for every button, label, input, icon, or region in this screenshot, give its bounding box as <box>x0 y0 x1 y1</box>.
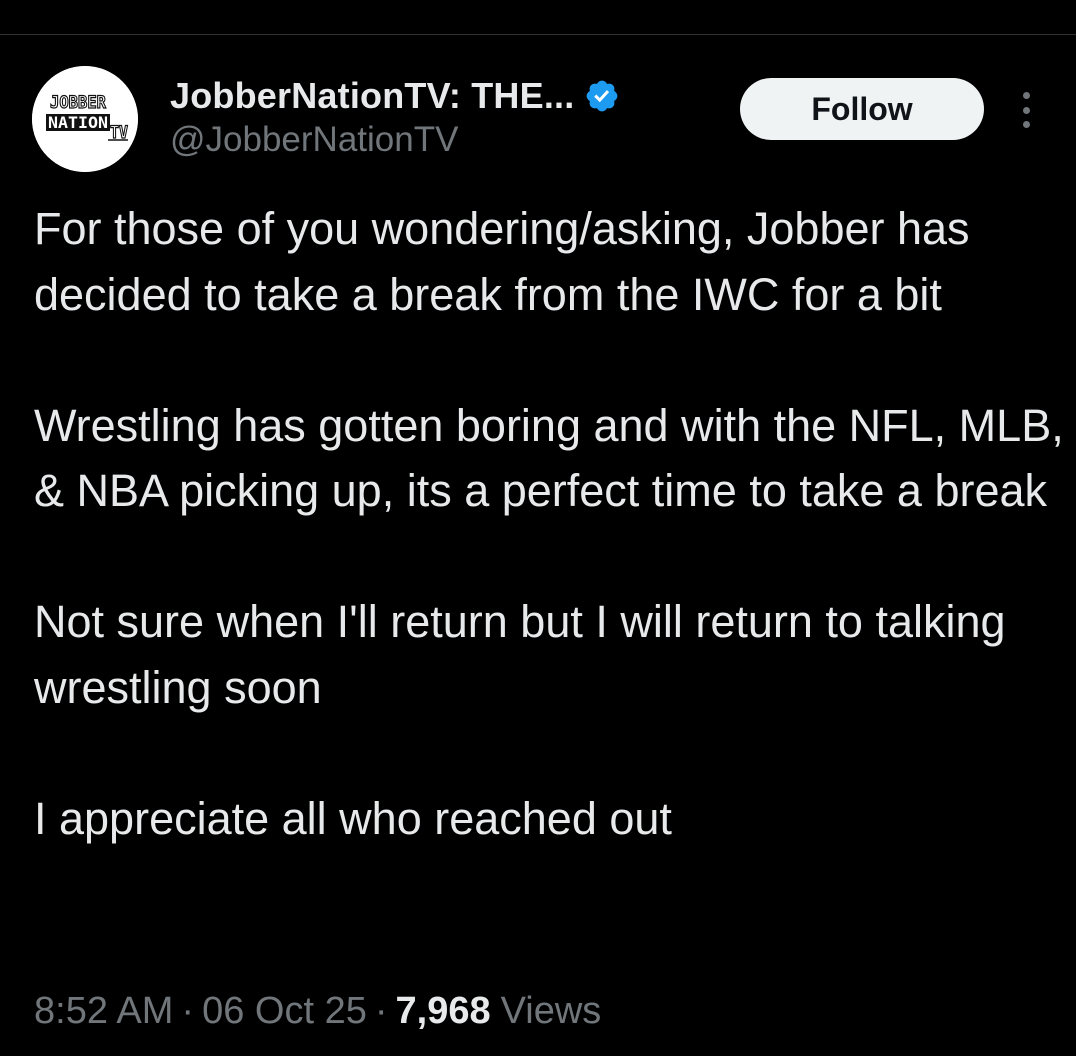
more-vertical-icon[interactable] <box>1008 88 1044 132</box>
meta-separator: · <box>374 990 388 1032</box>
views-count: 7,968 <box>395 990 491 1032</box>
author-name-row[interactable]: JobberNationTV: THE... <box>170 74 620 118</box>
svg-text:NATION: NATION <box>48 113 108 132</box>
tweet-paragraph: For those of you wondering/asking, Jobbe… <box>34 203 970 320</box>
tweet-meta: 8:52 AM · 06 Oct 25 · 7,968 Views <box>34 990 601 1033</box>
tweet-paragraph: I appreciate all who reached out <box>34 792 672 844</box>
author-handle[interactable]: @JobberNationTV <box>170 120 458 160</box>
jobbernation-logo-icon: JOBBER NATION TV <box>32 66 138 172</box>
follow-button[interactable]: Follow <box>740 78 984 140</box>
tweet-text: For those of you wondering/asking, Jobbe… <box>34 196 1064 851</box>
verified-badge-icon <box>587 80 618 112</box>
more-dot <box>1022 106 1030 114</box>
tweet-date[interactable]: 06 Oct 25 <box>202 990 367 1033</box>
meta-separator: · <box>181 990 195 1032</box>
tweet-paragraph: Wrestling has gotten boring and with the… <box>34 399 1064 517</box>
tweet-paragraph: Not sure when I'll return but I will ret… <box>34 596 1006 713</box>
tweet-time[interactable]: 8:52 AM <box>34 990 173 1033</box>
author-display-name[interactable]: JobberNationTV: THE... <box>170 75 574 117</box>
top-divider <box>0 34 1076 35</box>
more-dot <box>1022 121 1030 128</box>
views-label: Views <box>500 990 602 1032</box>
avatar[interactable]: JOBBER NATION TV <box>32 66 138 172</box>
svg-text:JOBBER: JOBBER <box>50 93 107 113</box>
more-dot <box>1022 92 1030 99</box>
